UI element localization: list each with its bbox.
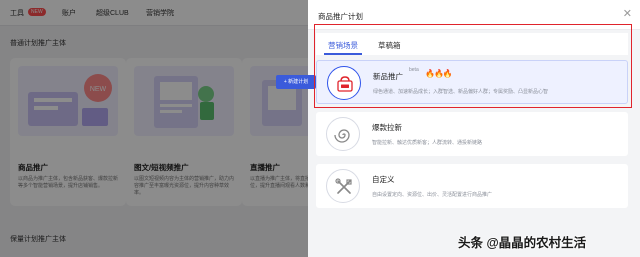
drawer-title: 商品推广计划 [318,12,363,21]
plan-icon-circle [326,117,360,151]
plan-desc: 自由设置定向、资源位、出价、灵活配置进行商品推广 [372,192,493,198]
plan-hot-item[interactable]: 爆款拉新 智能拉新、触达优质新客；人群流转、通投新链路 [316,112,628,156]
plan-desc: 智能拉新、触达优质新客；人群流转、通投新链路 [372,140,483,146]
spiral-icon [334,129,350,143]
plan-custom[interactable]: 自定义 自由设置定向、资源位、出价、灵活配置进行商品推广 [316,164,628,208]
create-plan-button[interactable]: + 新建计划 [276,75,316,89]
plan-icon-circle [326,169,360,203]
watermark: 头条 @晶晶的农村生活 [458,236,587,250]
plan-name: 自定义 [372,175,395,184]
plan-name: 爆款拉新 [372,123,402,132]
modal-overlay[interactable] [0,0,308,257]
close-icon[interactable]: ✕ [623,7,632,20]
tools-icon [335,178,352,194]
highlight-frame [314,24,632,108]
